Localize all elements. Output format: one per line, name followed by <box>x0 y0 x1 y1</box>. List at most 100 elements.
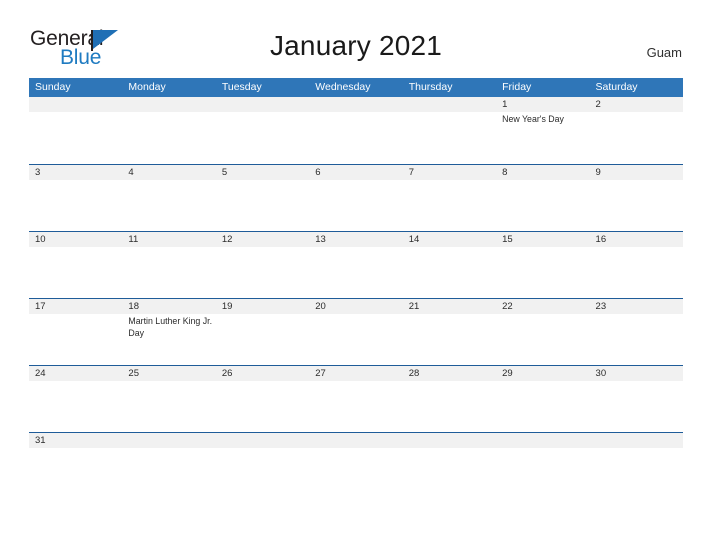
calendar-day-cell-empty <box>216 97 309 164</box>
calendar-week-row: 24 25 26 27 28 29 30 <box>29 365 683 432</box>
day-number: 9 <box>595 167 601 178</box>
day-number: 4 <box>128 167 134 178</box>
day-number: 18 <box>128 301 139 312</box>
calendar-day-cell[interactable]: 24 <box>29 366 122 432</box>
calendar-day-cell[interactable]: 13 <box>309 232 402 298</box>
calendar-day-cell[interactable]: 20 <box>309 299 402 365</box>
day-number: 10 <box>35 234 46 245</box>
calendar-day-cell[interactable]: 11 <box>122 232 215 298</box>
calendar-day-cell[interactable]: 2 <box>590 97 683 164</box>
day-number: 17 <box>35 301 46 312</box>
day-number <box>309 433 402 448</box>
calendar-day-cell[interactable]: 28 <box>403 366 496 432</box>
day-number <box>309 97 402 112</box>
day-number: 2 <box>595 99 601 110</box>
calendar-day-cell[interactable]: 10 <box>29 232 122 298</box>
day-number: 13 <box>315 234 326 245</box>
calendar-grid: Sunday Monday Tuesday Wednesday Thursday Frid… <box>29 78 683 454</box>
day-number: 22 <box>502 301 513 312</box>
day-number: 23 <box>595 301 607 312</box>
day-number <box>29 97 122 112</box>
calendar-week-row: 10 11 12 13 14 15 16 <box>29 231 683 298</box>
calendar-day-cell[interactable]: 27 <box>309 366 402 432</box>
day-events: Martin Luther King Jr. Day <box>122 314 215 339</box>
day-of-week-header-friday: Friday <box>502 81 532 93</box>
holiday-event-label: New Year's Day <box>502 114 564 124</box>
day-number: 30 <box>595 368 607 379</box>
day-number: 1 <box>502 99 508 110</box>
calendar-day-cell-empty <box>29 97 122 164</box>
calendar-day-cell-empty <box>403 97 496 164</box>
calendar-day-cell[interactable]: 4 <box>122 165 215 231</box>
calendar-day-cell[interactable]: 7 <box>403 165 496 231</box>
calendar-day-cell[interactable]: 9 <box>590 165 683 231</box>
calendar-day-cell[interactable]: 29 <box>496 366 589 432</box>
calendar-day-cell[interactable]: 1 New Year's Day <box>496 97 589 164</box>
calendar-day-cell[interactable]: 31 <box>29 433 122 454</box>
calendar-day-cell[interactable]: 3 <box>29 165 122 231</box>
week-cells: 31 <box>29 433 683 454</box>
calendar-day-cell[interactable]: 17 <box>29 299 122 365</box>
day-of-week-header-sunday: Sunday <box>35 81 71 93</box>
day-number <box>496 433 589 448</box>
day-number: 24 <box>35 368 46 379</box>
day-of-week-header-row: Sunday Monday Tuesday Wednesday Thursday Frid… <box>29 78 683 97</box>
week-cells: 17 18 Martin Luther King Jr. Day 19 20 21 22 23 <box>29 299 683 365</box>
calendar-day-cell[interactable]: 6 <box>309 165 402 231</box>
day-number: 25 <box>128 368 139 379</box>
day-number: 3 <box>35 167 41 178</box>
day-number: 8 <box>502 167 508 178</box>
calendar-week-row: 17 18 Martin Luther King Jr. Day 19 20 21 22 23 <box>29 298 683 365</box>
calendar-day-cell-empty <box>403 433 496 454</box>
calendar-day-cell[interactable]: 23 <box>590 299 683 365</box>
calendar-day-cell-empty <box>309 97 402 164</box>
calendar-day-cell-empty <box>216 433 309 454</box>
day-number: 12 <box>221 234 233 245</box>
calendar-day-cell-empty <box>309 433 402 454</box>
day-number: 29 <box>502 368 513 379</box>
calendar-day-cell[interactable]: 16 <box>590 232 683 298</box>
calendar-day-cell-empty <box>122 97 215 164</box>
calendar-day-cell[interactable]: 21 <box>403 299 496 365</box>
calendar-week-row: 1 New Year's Day 2 <box>29 97 683 164</box>
calendar-day-cell[interactable]: 12 <box>216 232 309 298</box>
day-number: 31 <box>35 435 46 446</box>
calendar-day-cell[interactable]: 22 <box>496 299 589 365</box>
day-number: 5 <box>221 167 228 178</box>
day-number: 16 <box>595 234 607 245</box>
calendar-page: General Blue January 2021 Guam Sunday Mon… <box>0 0 712 550</box>
day-number <box>122 433 215 448</box>
calendar-day-cell[interactable]: 19 <box>216 299 309 365</box>
day-number: 27 <box>315 368 326 379</box>
week-cells: 10 11 12 13 14 15 16 <box>29 232 683 298</box>
day-number <box>216 433 309 448</box>
page-header: General Blue January 2021 Guam <box>0 0 712 76</box>
day-of-week-header-saturday: Saturday <box>595 81 638 93</box>
day-number <box>403 433 496 448</box>
calendar-day-cell[interactable]: 18 Martin Luther King Jr. Day <box>122 299 215 365</box>
day-number: 26 <box>221 368 233 379</box>
day-number: 14 <box>408 234 420 245</box>
page-title: January 2021 <box>269 30 443 61</box>
calendar-day-cell[interactable]: 26 <box>216 366 309 432</box>
calendar-day-cell[interactable]: 15 <box>496 232 589 298</box>
day-number <box>122 97 215 112</box>
calendar-week-row: 31 <box>29 432 683 454</box>
week-cells: 1 New Year's Day 2 <box>29 97 683 164</box>
day-number <box>216 97 309 112</box>
day-of-week-header-monday: Monday <box>128 81 166 93</box>
calendar-day-cell[interactable]: 25 <box>122 366 215 432</box>
calendar-day-cell[interactable]: 5 <box>216 165 309 231</box>
day-number: 7 <box>408 167 414 178</box>
calendar-day-cell-empty <box>496 433 589 454</box>
day-of-week-header-tuesday: Tuesday <box>221 81 262 93</box>
day-of-week-header-wednesday: Wednesday <box>315 81 371 93</box>
calendar-day-cell[interactable]: 8 <box>496 165 589 231</box>
day-number: 6 <box>315 167 321 178</box>
day-number: 20 <box>315 301 326 312</box>
holiday-event-label: Martin Luther King Jr. Day <box>128 316 213 338</box>
calendar-day-cell[interactable]: 30 <box>590 366 683 432</box>
day-number <box>403 97 496 112</box>
day-number: 28 <box>408 368 420 379</box>
calendar-day-cell[interactable]: 14 <box>403 232 496 298</box>
